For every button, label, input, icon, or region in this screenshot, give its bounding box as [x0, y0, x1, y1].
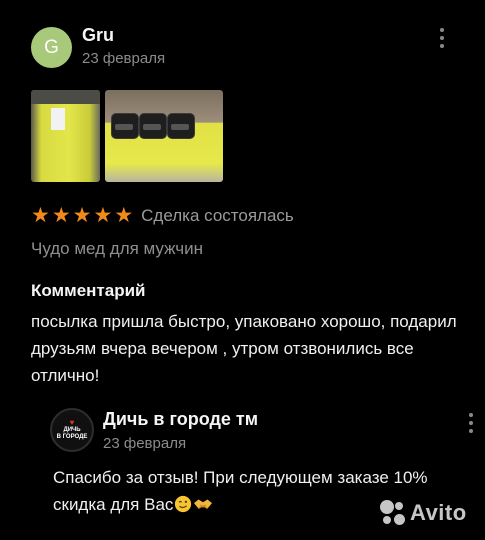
comment-heading: Комментарий: [31, 281, 146, 300]
reply-date: 23 февраля: [103, 435, 187, 452]
avatar-initial: G: [44, 36, 59, 58]
star-icon: ★: [72, 204, 92, 227]
deal-status: Сделка состоялась: [141, 205, 294, 225]
reviewer-name[interactable]: Gru: [82, 25, 114, 46]
reviewer-avatar[interactable]: G: [31, 27, 72, 68]
heart-icon: ♥: [69, 418, 75, 427]
product-name[interactable]: Чудо мед для мужчин: [31, 239, 203, 259]
reply-text: Спасибо за отзыв! При следующем заказе 1…: [53, 468, 428, 514]
avito-watermark: Avito: [380, 500, 467, 526]
seller-name[interactable]: Дичь в городе тм: [103, 409, 258, 430]
handshake-icon: [194, 499, 213, 509]
review-photo-2[interactable]: [105, 90, 223, 182]
rating-row: ★ ★ ★ ★ ★ Сделка состоялась: [31, 205, 294, 226]
seller-logo[interactable]: ♥ ДИЧЬ В ГОРОДЕ: [50, 408, 94, 452]
review-date: 23 февраля: [82, 50, 166, 67]
winking-face-icon: [175, 495, 192, 513]
star-icon: ★: [51, 204, 71, 227]
review-photo-1[interactable]: [31, 90, 100, 182]
avito-logo-icon: [380, 500, 406, 526]
reply-more-icon[interactable]: [463, 413, 479, 433]
star-icon: ★: [93, 204, 113, 227]
logo-text-line-1: ДИЧЬ: [63, 427, 81, 433]
comment-text: посылка пришла быстро, упаковано хорошо,…: [31, 312, 457, 385]
review-more-icon[interactable]: [434, 28, 450, 48]
avito-wordmark: Avito: [410, 500, 467, 525]
logo-text-line-2: В ГОРОДЕ: [56, 434, 88, 440]
star-icon: ★: [31, 204, 50, 227]
star-icon: ★: [114, 204, 134, 227]
